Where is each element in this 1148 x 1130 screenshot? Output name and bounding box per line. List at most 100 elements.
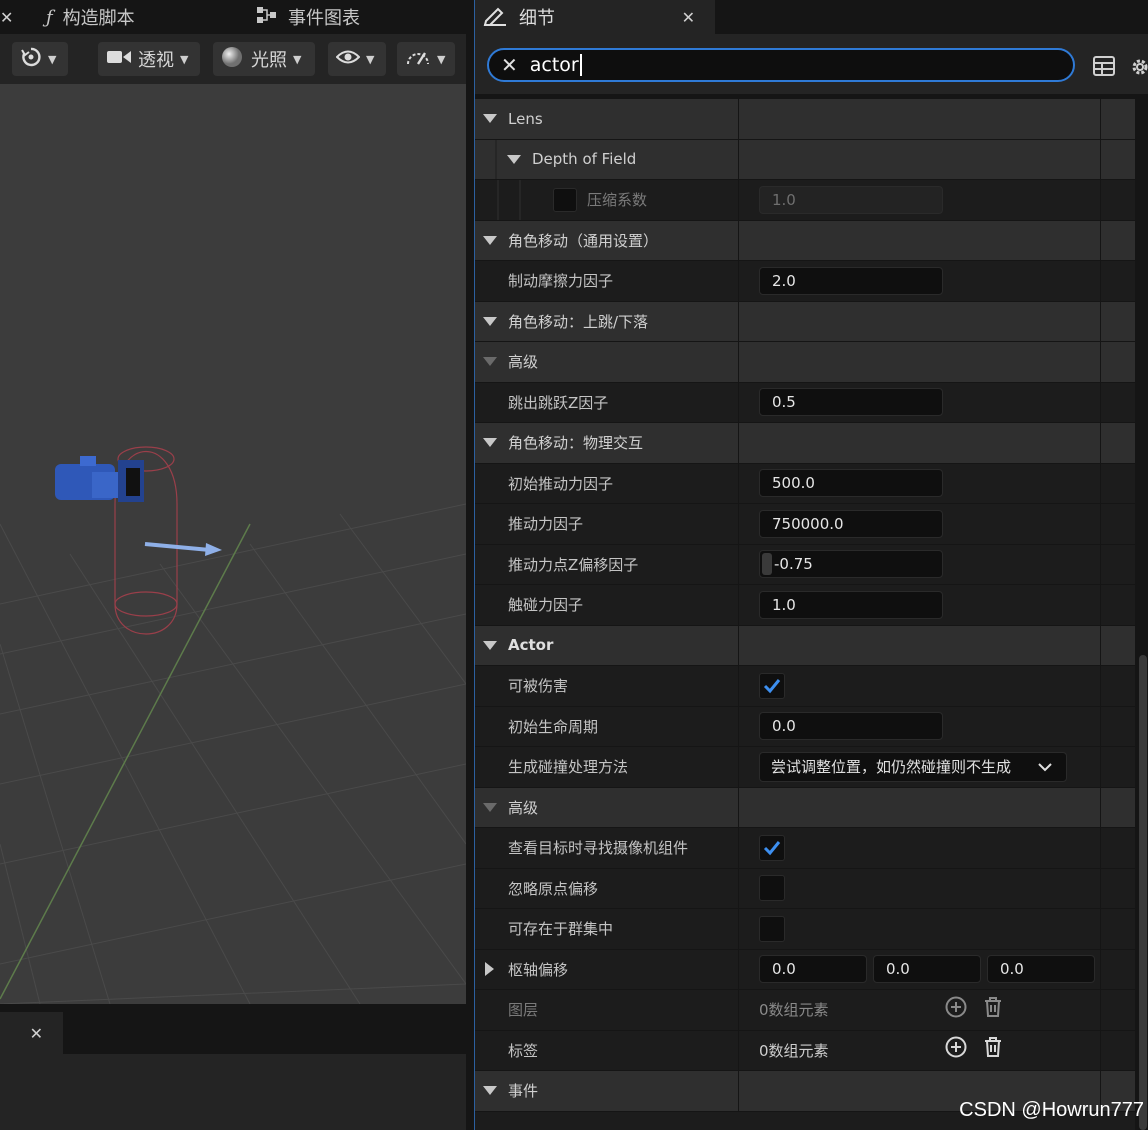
edit-condition-checkbox[interactable]	[553, 187, 577, 212]
checkbox-unchecked[interactable]	[759, 915, 785, 942]
reset-column-cell	[1100, 220, 1135, 260]
reset-column-cell	[1100, 139, 1135, 179]
tab-event-graph[interactable]: 事件图表	[256, 0, 360, 34]
category-row[interactable]: Actor	[475, 625, 1135, 666]
reset-column-cell	[1100, 382, 1135, 422]
realtime-button[interactable]: ▼	[397, 42, 455, 76]
reset-column-cell	[1100, 909, 1135, 949]
checkbox-checked[interactable]	[759, 672, 785, 699]
number-input[interactable]: 0.0	[759, 712, 943, 741]
category-row[interactable]: Lens	[475, 99, 1135, 140]
scrollbar[interactable]	[1139, 655, 1147, 1130]
property-row[interactable]: 图层 0数组元素	[475, 990, 1135, 1031]
number-input[interactable]: 1.0	[759, 590, 943, 619]
property-row[interactable]: 可存在于群集中	[475, 909, 1135, 950]
property-row[interactable]: 生成碰撞处理方法 尝试调整位置，如仍然碰撞则不生成	[475, 747, 1135, 788]
number-input[interactable]: -0.75	[759, 550, 943, 579]
chevron-down-icon	[1038, 758, 1052, 776]
number-input[interactable]: 2.0	[759, 266, 943, 295]
expand-arrow-icon[interactable]	[483, 357, 497, 367]
gear-icon[interactable]	[1129, 56, 1148, 84]
lighting-button[interactable]: 光照 ▼	[213, 42, 315, 76]
property-row[interactable]: 推动力因子 750000.0	[475, 504, 1135, 545]
transform-tools-button[interactable]: ▼	[12, 42, 68, 76]
property-value-cell: 0.0	[738, 706, 1100, 746]
property-value-cell: 尝试调整位置，如仍然碰撞则不生成	[738, 747, 1100, 787]
left-tab-close[interactable]: ✕	[0, 0, 13, 34]
reset-column-cell	[1100, 463, 1135, 503]
property-row[interactable]: 忽略原点偏移	[475, 868, 1135, 909]
slider-handle[interactable]	[762, 553, 772, 576]
expand-arrow-icon[interactable]	[507, 154, 521, 164]
viewport-3d[interactable]	[0, 84, 466, 1004]
expand-arrow-icon[interactable]	[483, 235, 497, 245]
bottom-tab[interactable]: ✕	[0, 1012, 63, 1054]
property-name-cell: 角色移动（通用设置）	[475, 221, 737, 261]
category-row[interactable]: 角色移动（通用设置）	[475, 220, 1135, 261]
category-row[interactable]: 高级	[475, 787, 1135, 828]
category-row[interactable]: 角色移动：上跳/下落	[475, 301, 1135, 342]
close-icon[interactable]: ✕	[682, 8, 695, 27]
checkbox-unchecked[interactable]	[759, 875, 785, 902]
add-element-icon[interactable]	[945, 1036, 967, 1064]
expand-arrow-icon[interactable]	[485, 962, 494, 977]
property-row[interactable]: 压缩系数 1.0	[475, 180, 1135, 221]
property-row[interactable]: 初始生命周期 0.0	[475, 706, 1135, 747]
left-pane: ✕ ƒ 构造脚本 事件图表 ▼ 透视 ▼ 光照 ▼ ▼ ▼ ✕	[0, 0, 474, 1130]
array-count: 0数组元素	[759, 1001, 829, 1020]
expand-arrow-icon[interactable]	[483, 1086, 497, 1096]
vector-component-input[interactable]: 0.0	[987, 955, 1095, 984]
property-row[interactable]: 可被伤害	[475, 666, 1135, 707]
property-row[interactable]: 标签 0数组元素	[475, 1030, 1135, 1071]
property-value-cell: 0.5	[738, 382, 1100, 422]
property-value-cell	[738, 342, 1100, 382]
property-name-cell: 图层	[475, 990, 737, 1030]
expand-arrow-icon[interactable]	[483, 640, 497, 650]
property-value-cell	[738, 139, 1100, 179]
category-row[interactable]: Depth of Field	[475, 139, 1135, 180]
checkbox-checked[interactable]	[759, 834, 785, 861]
number-input[interactable]: 750000.0	[759, 509, 943, 538]
chevron-down-icon: ▼	[293, 52, 302, 66]
vector-component-input[interactable]: 0.0	[759, 955, 867, 984]
category-label: 事件	[508, 1082, 539, 1101]
property-row[interactable]: 制动摩擦力因子 2.0	[475, 261, 1135, 302]
viewport-scene	[0, 84, 466, 1004]
number-input[interactable]: 1.0	[759, 185, 943, 214]
add-element-icon[interactable]	[945, 996, 967, 1024]
property-name-cell: 推动力因子	[475, 504, 737, 544]
spawn-collision-dropdown[interactable]: 尝试调整位置，如仍然碰撞则不生成	[759, 751, 1067, 782]
trash-icon[interactable]	[983, 996, 1003, 1024]
trash-icon[interactable]	[983, 1036, 1003, 1064]
property-row[interactable]: 初始推动力因子 500.0	[475, 463, 1135, 504]
view-mode-button[interactable]: 透视 ▼	[98, 42, 200, 76]
expand-arrow-icon[interactable]	[483, 114, 497, 124]
pencil-icon	[483, 4, 507, 31]
search-input[interactable]: ✕ actor	[487, 48, 1075, 82]
close-icon[interactable]: ✕	[30, 1024, 43, 1043]
property-row[interactable]: 触碰力因子 1.0	[475, 585, 1135, 626]
details-panel: 细节 ✕ ✕ actor Lens Depth of Field 压缩系数 1.0 角色…	[474, 0, 1148, 1130]
show-flags-button[interactable]: ▼	[328, 42, 386, 76]
property-value-cell: 2.0	[738, 261, 1100, 301]
property-row[interactable]: 查看目标时寻找摄像机组件	[475, 828, 1135, 869]
number-input[interactable]: 0.5	[759, 388, 943, 417]
number-input[interactable]: 500.0	[759, 469, 943, 498]
property-matrix-icon[interactable]	[1093, 56, 1115, 82]
tab-construction-script[interactable]: ƒ 构造脚本	[46, 0, 135, 34]
property-row[interactable]: 推动力点Z偏移因子 -0.75	[475, 544, 1135, 585]
reset-column-cell	[1100, 342, 1135, 382]
category-row[interactable]: 高级	[475, 342, 1135, 383]
property-row[interactable]: 跳出跳跃Z因子 0.5	[475, 382, 1135, 423]
property-row[interactable]: 枢轴偏移 0.0 0.0 0.0	[475, 949, 1135, 990]
property-name-cell: 初始生命周期	[475, 707, 737, 747]
search-value: actor	[530, 54, 582, 76]
tab-details[interactable]: 细节 ✕	[475, 0, 715, 34]
category-row[interactable]: 角色移动：物理交互	[475, 423, 1135, 464]
expand-arrow-icon[interactable]	[483, 438, 497, 448]
expand-arrow-icon[interactable]	[483, 316, 497, 326]
clear-search-icon[interactable]: ✕	[501, 53, 518, 77]
close-icon[interactable]: ✕	[0, 8, 13, 27]
vector-component-input[interactable]: 0.0	[873, 955, 981, 984]
expand-arrow-icon[interactable]	[483, 802, 497, 812]
